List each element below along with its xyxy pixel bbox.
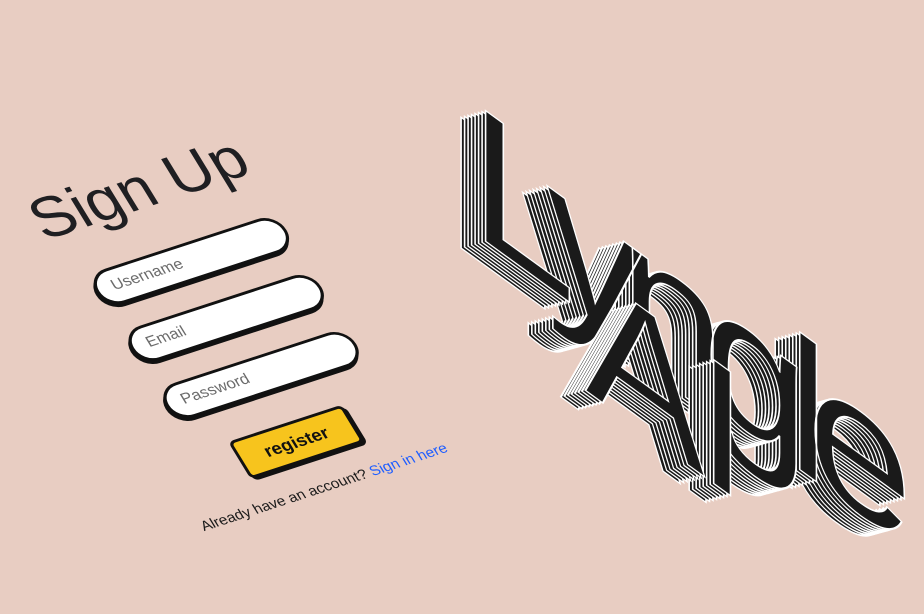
brand-logo: LyngleLyngleLyngleLyngleLyngleLyngleLyng…: [445, 58, 906, 594]
